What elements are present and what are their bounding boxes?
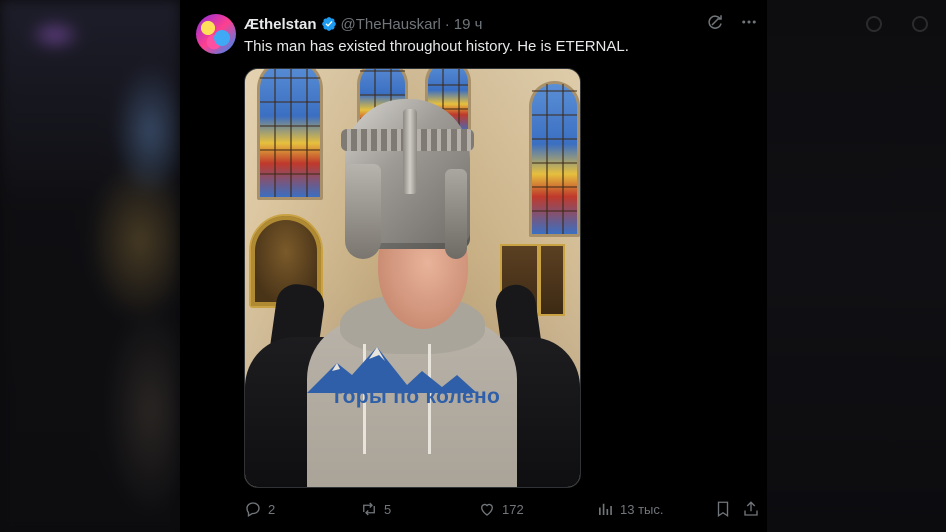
reply-icon <box>246 502 260 517</box>
helmet-cheek-guard <box>445 169 467 259</box>
blurred-backdrop-left <box>0 0 180 532</box>
tweet-text: This man has existed throughout history.… <box>244 38 629 55</box>
stained-glass-window <box>257 69 323 200</box>
repost-button[interactable]: 5 <box>360 500 391 518</box>
action-bar: 2 5 172 13 тыс. <box>244 498 760 520</box>
grok-icon[interactable] <box>705 12 725 32</box>
heart-icon <box>481 503 493 516</box>
verified-badge-icon <box>321 17 336 31</box>
separator-dot: · <box>444 15 450 33</box>
views-count: 13 тыс. <box>620 501 664 517</box>
share-icon <box>744 501 758 516</box>
stained-glass-window <box>529 81 580 237</box>
like-count: 172 <box>502 501 524 517</box>
tweet-header: Æthelstan @TheHauskarl · 19 ч <box>244 15 482 33</box>
icon-panel <box>539 244 565 316</box>
blurred-backdrop-right <box>766 0 946 532</box>
author-name[interactable]: Æthelstan <box>244 16 317 33</box>
views-icon <box>599 503 612 515</box>
like-button[interactable]: 172 <box>478 500 524 518</box>
reply-count: 2 <box>268 501 276 517</box>
ghost-icons <box>866 16 936 32</box>
bookmark-icon <box>717 501 729 518</box>
repost-count: 5 <box>384 501 392 517</box>
avatar[interactable] <box>196 14 236 54</box>
tweet-card: Æthelstan @TheHauskarl · 19 ч This man h… <box>180 0 767 532</box>
bookmark-button[interactable] <box>714 500 732 518</box>
reply-button[interactable]: 2 <box>244 500 275 518</box>
share-button[interactable] <box>742 500 760 518</box>
shirt-print-text: горы по колено <box>333 385 501 408</box>
author-handle[interactable]: @TheHauskarl <box>341 16 441 33</box>
helmet-nose-guard <box>403 109 417 194</box>
helmet-cheek-guard <box>345 164 381 259</box>
more-icon[interactable] <box>739 12 759 32</box>
tweet-image[interactable]: горы по колено <box>244 68 581 488</box>
top-actions <box>705 12 759 32</box>
post-time[interactable]: 19 ч <box>454 16 483 33</box>
views-button[interactable]: 13 тыс. <box>596 500 663 518</box>
repost-icon <box>363 502 375 516</box>
